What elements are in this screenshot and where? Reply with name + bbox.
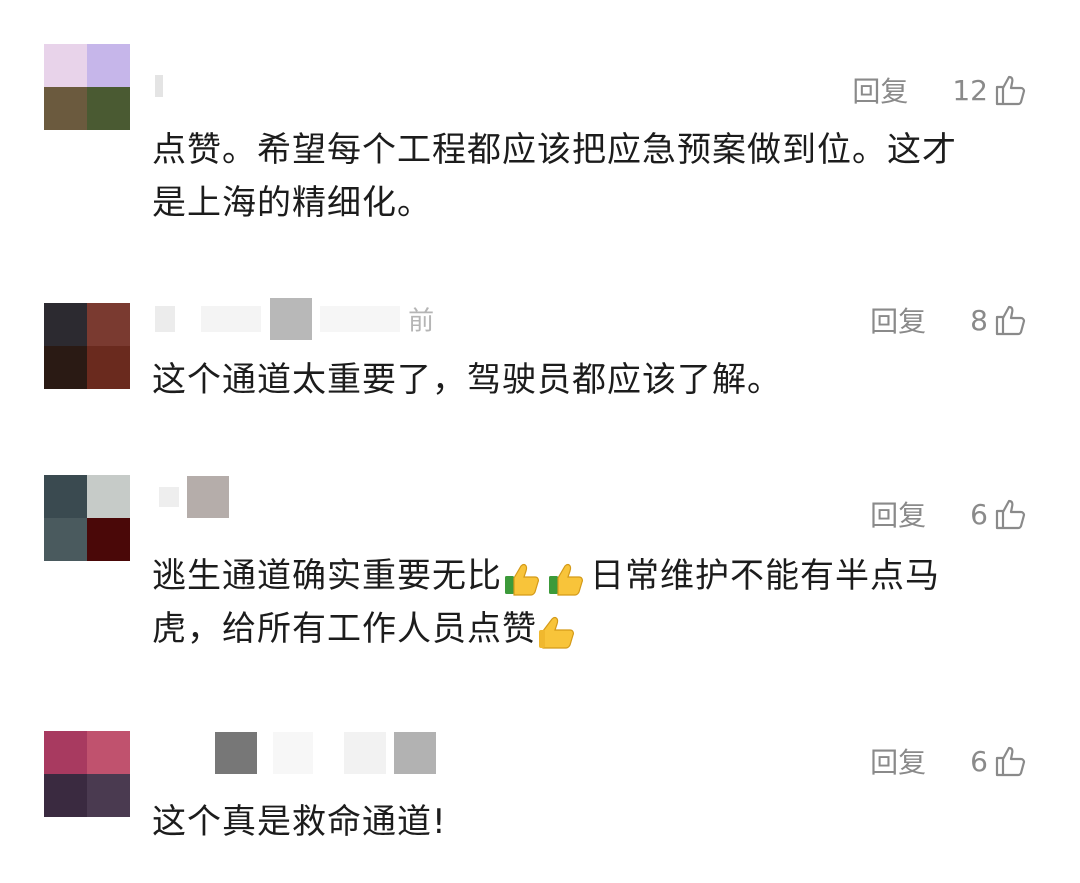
redacted-username-block bbox=[155, 306, 175, 332]
redacted-username-block bbox=[319, 306, 400, 332]
comment-meta bbox=[155, 476, 230, 518]
comment-meta: 前 bbox=[155, 298, 435, 340]
redacted-username-block bbox=[215, 732, 257, 774]
redacted-username-block bbox=[273, 732, 314, 774]
comment-text-line: 这个真是救命通道! bbox=[152, 802, 447, 842]
avatar[interactable] bbox=[44, 303, 130, 389]
avatar-tile bbox=[87, 518, 130, 561]
like-count: 6 bbox=[970, 497, 988, 531]
avatar-tile bbox=[87, 731, 130, 774]
comment-actions: 回复 6 bbox=[870, 494, 1028, 534]
comment-actions: 回复 8 bbox=[870, 300, 1028, 340]
avatar-tile bbox=[87, 774, 130, 817]
thumbs-up-outline-icon[interactable] bbox=[994, 497, 1028, 531]
thumbs-up-outline-icon[interactable] bbox=[994, 73, 1028, 107]
reply-button[interactable]: 回复 bbox=[870, 300, 926, 340]
comment-text: 这个通道太重要了，驾驶员都应该了解。 bbox=[152, 354, 1032, 407]
comment-meta bbox=[155, 732, 436, 774]
comment-text-line: 虎，给所有工作人员点赞 bbox=[152, 603, 1032, 656]
redacted-username-block bbox=[159, 487, 179, 507]
thumbs-up-outline-icon[interactable] bbox=[994, 744, 1028, 778]
redacted-username-block bbox=[155, 74, 163, 97]
avatar[interactable] bbox=[44, 731, 130, 817]
comment-text-fragment: 虎，给所有工作人员点赞 bbox=[152, 609, 537, 649]
avatar-tile bbox=[44, 87, 87, 130]
comment-text-line: 点赞。希望每个工程都应该把应急预案做到位。这才 bbox=[152, 130, 957, 170]
avatar-tile bbox=[44, 475, 87, 518]
avatar-tile bbox=[44, 774, 87, 817]
redacted-username-block bbox=[393, 732, 436, 774]
redacted-username-block bbox=[201, 306, 262, 332]
thumbs-up-emoji-icon bbox=[502, 556, 546, 600]
comment-meta bbox=[155, 70, 163, 110]
redacted-username-block bbox=[187, 476, 230, 518]
avatar-tile bbox=[87, 44, 130, 87]
avatar[interactable] bbox=[44, 44, 130, 130]
comment-text: 逃生通道确实重要无比 日常维护不能有半点马 虎，给所有工作人员点赞 bbox=[152, 550, 1032, 656]
thumbs-up-emoji-icon bbox=[537, 609, 581, 653]
redacted-username-block bbox=[343, 732, 386, 774]
comment-text-line: 逃生通道确实重要无比 日常维护不能有半点马 bbox=[152, 550, 1032, 603]
reply-button[interactable]: 回复 bbox=[870, 494, 926, 534]
avatar-tile bbox=[44, 346, 87, 389]
avatar-tile bbox=[44, 44, 87, 87]
like-count: 12 bbox=[952, 73, 988, 107]
comment-text-fragment: 逃生通道确实重要无比 bbox=[152, 556, 502, 596]
avatar[interactable] bbox=[44, 475, 130, 561]
avatar-tile bbox=[44, 518, 87, 561]
thumbs-up-emoji-icon bbox=[546, 556, 590, 600]
avatar-tile bbox=[87, 87, 130, 130]
comment-text-line: 是上海的精细化。 bbox=[152, 183, 432, 223]
like-count: 8 bbox=[970, 303, 988, 337]
avatar-tile bbox=[44, 303, 87, 346]
comment-text-fragment: 日常维护不能有半点马 bbox=[590, 556, 940, 596]
reply-button[interactable]: 回复 bbox=[852, 70, 908, 110]
avatar-tile bbox=[87, 475, 130, 518]
thumbs-up-outline-icon[interactable] bbox=[994, 303, 1028, 337]
avatar-tile bbox=[44, 731, 87, 774]
comment-text: 这个真是救命通道! bbox=[152, 796, 1032, 849]
reply-button[interactable]: 回复 bbox=[870, 741, 926, 781]
comment-text-line: 这个通道太重要了，驾驶员都应该了解。 bbox=[152, 360, 782, 400]
comment-text: 点赞。希望每个工程都应该把应急预案做到位。这才 是上海的精细化。 bbox=[152, 124, 1032, 230]
avatar-tile bbox=[87, 303, 130, 346]
comment-actions: 回复 6 bbox=[870, 741, 1028, 781]
redacted-username-block bbox=[269, 298, 312, 340]
avatar-tile bbox=[87, 346, 130, 389]
comment-time: 前 bbox=[408, 306, 435, 337]
comment-actions: 回复 12 bbox=[852, 70, 1028, 110]
like-count: 6 bbox=[970, 744, 988, 778]
